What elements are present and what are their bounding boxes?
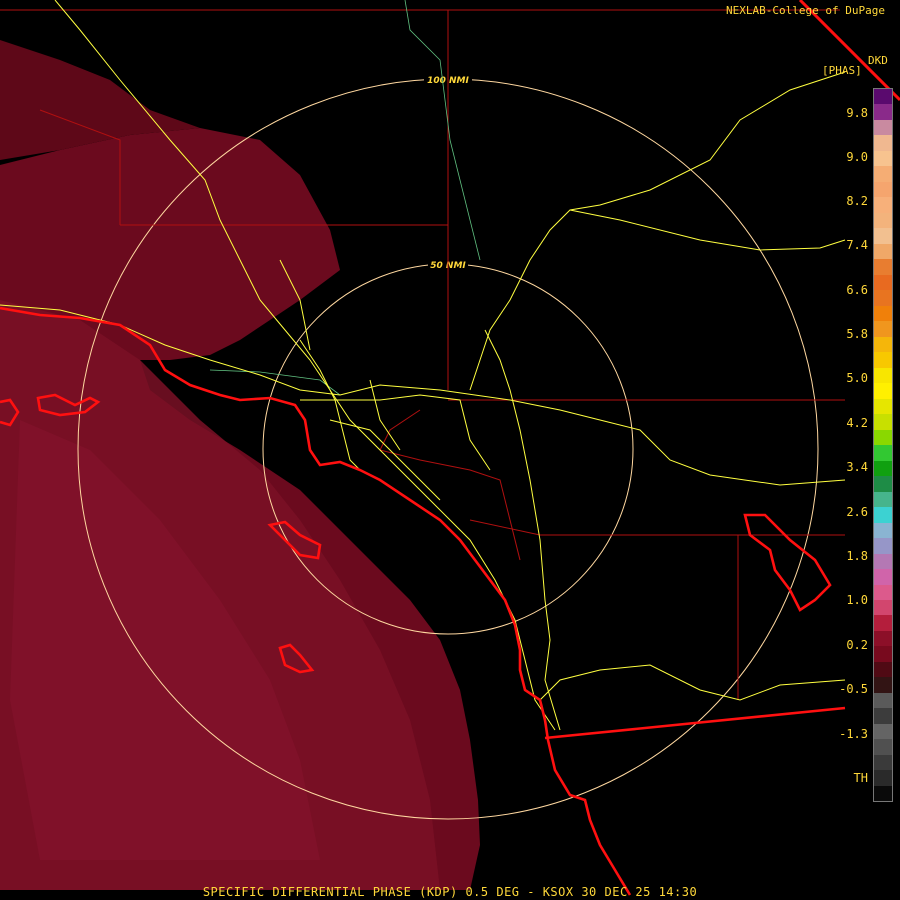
color-swatch bbox=[874, 429, 892, 446]
color-swatch bbox=[874, 491, 892, 508]
color-swatch bbox=[874, 754, 892, 771]
scale-label: 8.2 bbox=[846, 194, 868, 208]
color-swatch bbox=[874, 89, 892, 105]
echo-field bbox=[0, 40, 480, 890]
color-swatch bbox=[874, 104, 892, 120]
color-swatch bbox=[874, 584, 892, 600]
scale-label: -0.5 bbox=[839, 682, 868, 696]
color-swatch bbox=[874, 460, 892, 477]
color-swatch bbox=[874, 321, 892, 337]
color-swatch bbox=[874, 708, 892, 724]
color-swatch bbox=[874, 414, 892, 430]
scale-label: 3.4 bbox=[846, 460, 868, 474]
color-swatch bbox=[874, 398, 892, 415]
scale-label: 7.4 bbox=[846, 238, 868, 252]
color-swatch bbox=[874, 692, 892, 709]
color-swatch bbox=[874, 119, 892, 136]
border-line bbox=[544, 706, 846, 740]
product-footer: SPECIFIC DIFFERENTIAL PHASE (KDP) 0.5 DE… bbox=[202, 885, 698, 899]
color-swatch bbox=[874, 383, 892, 399]
color-swatch bbox=[874, 150, 892, 167]
scale-label: -1.3 bbox=[839, 727, 868, 741]
color-swatch bbox=[874, 352, 892, 368]
color-swatch bbox=[874, 677, 892, 693]
color-swatch bbox=[874, 615, 892, 631]
color-swatch bbox=[874, 166, 892, 182]
scale-label: 6.6 bbox=[846, 283, 868, 297]
scale-label: 2.6 bbox=[846, 505, 868, 519]
color-swatch bbox=[874, 723, 892, 740]
color-scale-bar bbox=[873, 88, 893, 802]
scale-label: 9.0 bbox=[846, 150, 868, 164]
color-swatch bbox=[874, 476, 892, 492]
radar-map: 100 NMI 50 NMI bbox=[0, 0, 900, 896]
color-swatch bbox=[874, 445, 892, 461]
color-swatch bbox=[874, 181, 892, 198]
color-swatch bbox=[874, 785, 892, 802]
color-swatch bbox=[874, 522, 892, 539]
color-swatch bbox=[874, 228, 892, 244]
scale-label: 9.8 bbox=[846, 106, 868, 120]
color-swatch bbox=[874, 243, 892, 260]
color-swatch bbox=[874, 770, 892, 786]
color-swatch bbox=[874, 507, 892, 523]
color-swatch bbox=[874, 212, 892, 229]
color-swatch bbox=[874, 274, 892, 291]
scale-label: 4.2 bbox=[846, 416, 868, 430]
color-swatch bbox=[874, 259, 892, 275]
color-scale-labels: 9.8 9.0 8.2 7.4 6.6 5.8 5.0 4.2 3.4 2.6 … bbox=[818, 0, 868, 900]
color-swatch bbox=[874, 336, 892, 353]
product-code: DKD bbox=[868, 54, 888, 67]
scale-label: 5.8 bbox=[846, 327, 868, 341]
color-swatch bbox=[874, 599, 892, 616]
color-swatch bbox=[874, 135, 892, 151]
color-swatch bbox=[874, 646, 892, 662]
color-swatch bbox=[874, 553, 892, 570]
color-swatch bbox=[874, 367, 892, 384]
color-swatch bbox=[874, 197, 892, 213]
color-swatch bbox=[874, 630, 892, 647]
color-swatch bbox=[874, 538, 892, 554]
color-swatch bbox=[874, 290, 892, 306]
scale-label: 1.8 bbox=[846, 549, 868, 563]
scale-label: TH bbox=[853, 771, 868, 785]
color-swatch bbox=[874, 739, 892, 755]
scale-label: 1.0 bbox=[846, 593, 868, 607]
color-swatch bbox=[874, 569, 892, 585]
scale-label: 0.2 bbox=[846, 638, 868, 652]
scale-label: 5.0 bbox=[846, 371, 868, 385]
color-swatch bbox=[874, 661, 892, 678]
color-swatch bbox=[874, 305, 892, 322]
